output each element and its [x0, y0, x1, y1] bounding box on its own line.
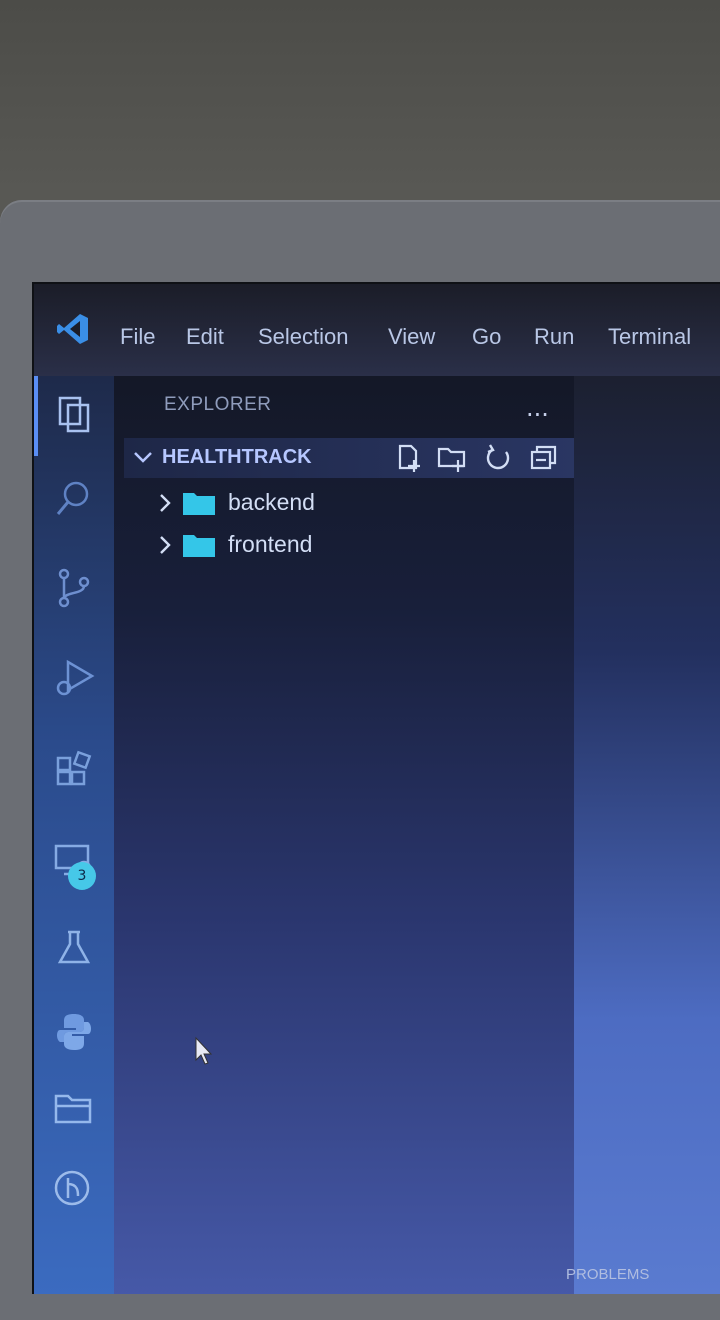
activity-bar: 3: [34, 376, 114, 1294]
chevron-down-icon: [134, 452, 152, 463]
workspace-section-header[interactable]: HEALTHTRACK: [124, 438, 584, 478]
menu-bar: File Edit Selection View Go Run Terminal: [34, 284, 720, 376]
folder-icon[interactable]: [52, 1086, 96, 1130]
chevron-right-icon: [160, 536, 171, 554]
explorer-title: EXPLORER: [164, 394, 272, 415]
tree-folder-backend[interactable]: backend: [154, 486, 454, 522]
run-debug-icon[interactable]: [52, 656, 96, 700]
menu-terminal[interactable]: Terminal: [608, 324, 691, 350]
workspace-title: HEALTHTRACK: [162, 446, 312, 468]
refresh-icon[interactable]: [482, 442, 514, 474]
new-file-icon[interactable]: [392, 442, 424, 474]
source-control-icon[interactable]: [52, 566, 96, 610]
tree-item-label: frontend: [228, 531, 313, 557]
extensions-badge: 3: [68, 862, 96, 890]
folder-icon: [183, 535, 215, 557]
vscode-window: File Edit Selection View Go Run Terminal: [32, 282, 720, 1294]
folder-icon: [183, 493, 215, 515]
vscode-logo-icon: [57, 314, 88, 344]
testing-icon[interactable]: [52, 926, 96, 970]
menu-file[interactable]: File: [120, 324, 155, 350]
menu-edit[interactable]: Edit: [186, 324, 224, 350]
extensions-icon[interactable]: [52, 748, 96, 792]
menu-go[interactable]: Go: [472, 324, 501, 350]
mouse-pointer-icon: [195, 1036, 213, 1065]
menu-selection[interactable]: Selection: [258, 324, 349, 350]
editor-area: [574, 376, 720, 1294]
tree-folder-frontend[interactable]: frontend: [154, 528, 454, 564]
collapse-all-icon[interactable]: [528, 442, 560, 474]
menu-view[interactable]: View: [388, 324, 435, 350]
menu-run[interactable]: Run: [534, 324, 574, 350]
chevron-right-icon: [160, 494, 171, 512]
panel-tab-problems[interactable]: PROBLEMS: [566, 1266, 649, 1283]
search-icon[interactable]: [52, 476, 96, 520]
tree-item-label: backend: [228, 489, 315, 515]
active-view-indicator: [34, 376, 38, 456]
more-actions-button[interactable]: ...: [526, 394, 549, 422]
new-folder-icon[interactable]: [436, 442, 468, 474]
python-icon[interactable]: [52, 1010, 96, 1054]
explorer-sidebar: EXPLORER ... HEALTHTRACK backend fronten…: [114, 376, 584, 1294]
git-graph-icon[interactable]: [52, 1166, 96, 1210]
explorer-icon[interactable]: [52, 392, 96, 436]
